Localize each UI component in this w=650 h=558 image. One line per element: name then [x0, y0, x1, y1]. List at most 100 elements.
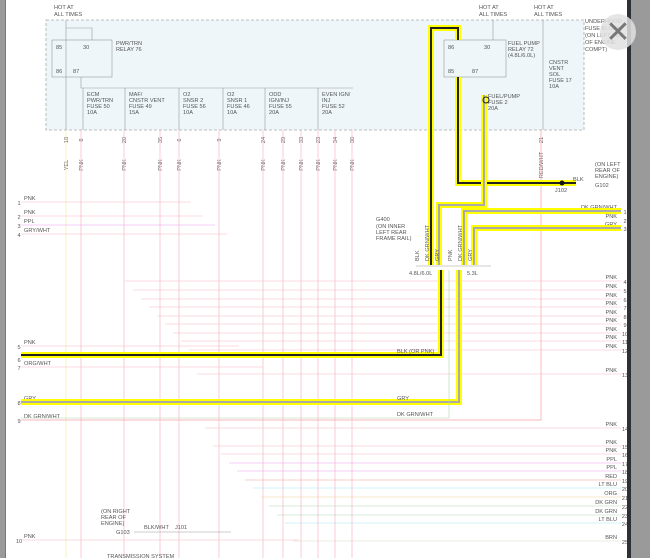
pin-number: 29: [281, 137, 287, 143]
right-row-color: ORG: [604, 491, 617, 497]
splice-label: J101: [175, 525, 187, 531]
hot-at-all-times-label: HOT AT: [54, 5, 74, 11]
right-row-color: BRN: [605, 535, 617, 541]
wire-color-label: PNK: [281, 159, 287, 171]
wire-color-label: PNK: [316, 159, 322, 171]
hot-at-all-times-label: ALL TIMES: [479, 12, 508, 18]
connector-wire-label: GRY: [435, 249, 441, 261]
wire-color-label: PNK: [158, 159, 164, 171]
pin-number: 8: [79, 138, 85, 141]
ground-id: G103: [116, 530, 130, 536]
pin-number: 18: [64, 137, 70, 143]
connector-variant: 5.3L: [467, 271, 478, 277]
fuse-label: 20A: [322, 110, 332, 116]
pin-number: 35: [158, 137, 164, 143]
right-row-color: PNK: [605, 214, 617, 220]
left-row-color: PNK: [24, 196, 36, 202]
relay-pin: 86: [56, 69, 62, 75]
left-row-color: PNK: [24, 534, 36, 540]
right-row-color: PNK: [605, 368, 617, 374]
wire-color-label: PNK: [350, 159, 356, 171]
hot-at-all-times-label: ALL TIMES: [54, 12, 83, 18]
right-row-color: PNK: [605, 335, 617, 341]
close-icon[interactable]: ✕: [600, 14, 636, 50]
connector-wire-label: BLK: [415, 250, 421, 261]
mid-wire-label: BLK (OR PNK): [397, 349, 434, 355]
right-row-color: LT BLU: [599, 517, 617, 523]
left-row-color: GRY/WHT: [24, 228, 51, 234]
left-row-number: 3: [17, 224, 20, 230]
dk-grn-wht-5-3l: [463, 210, 621, 265]
ground-wire-label: BLK/WHT: [144, 525, 169, 531]
wire-color-label: YEL: [64, 160, 70, 171]
right-row-color: RED: [605, 474, 617, 480]
left-row-number: 8: [17, 401, 20, 407]
relay-pin: 30: [83, 45, 89, 51]
ground-location: ENGINE): [595, 174, 618, 180]
ground-location: FRAME RAIL): [376, 236, 412, 242]
left-row-number: 7: [17, 366, 20, 372]
pin-number: 9: [217, 138, 223, 141]
wire-color-label: RED/WHT: [539, 151, 545, 178]
left-row-number: 1: [17, 201, 20, 207]
relay-pin: 30: [484, 45, 490, 51]
relay-pin: 85: [448, 69, 454, 75]
right-row-color: PNK: [605, 284, 617, 290]
relay-pin: 87: [472, 69, 478, 75]
left-row-color: ORG/WHT: [24, 361, 52, 367]
left-row-color: PPL: [24, 219, 35, 225]
bottom-label: TRANSMISSION SYSTEM: [107, 554, 174, 558]
hot-at-all-times-label: HOT AT: [534, 5, 554, 11]
pin-number: 30: [350, 137, 356, 143]
wire-color-label: PNK: [177, 159, 183, 171]
right-row-color: PNK: [605, 275, 617, 281]
pin-number: 6: [177, 138, 183, 141]
ground-id: G400: [376, 217, 390, 223]
dk-grn-wht-wire: [21, 270, 450, 419]
gry-5-3l-highlight: [471, 225, 621, 265]
relay-72-label: (4.8L/6.0L): [508, 53, 535, 59]
relay-76-label: RELAY 76: [116, 47, 142, 53]
wire: [21, 130, 542, 421]
hot-at-all-times-label: HOT AT: [479, 5, 499, 11]
left-row-color: DK GRN/WHT: [24, 414, 61, 420]
blk-or-pnk-circuit: [21, 270, 442, 356]
pin-number: 34: [333, 137, 339, 143]
connector-variant: 4.8L/6.0L: [409, 271, 432, 277]
wiring-diagram: HOT ATALL TIMESHOT ATALL TIMESHOT ATALL …: [16, 5, 628, 558]
wire-color-label: PNK: [299, 159, 305, 171]
right-row-color: PNK: [605, 310, 617, 316]
left-row-number: 6: [17, 358, 20, 364]
right-row-color: PNK: [605, 440, 617, 446]
right-row-color: LT BLU: [599, 482, 617, 488]
connector-wire-label: DK GRN/WHT: [425, 224, 431, 261]
wire-color-label: PNK: [217, 159, 223, 171]
wire-color-label: PNK: [333, 159, 339, 171]
left-row-number: 9: [17, 419, 20, 425]
left-row-number: 4: [17, 233, 20, 239]
right-row-color: PNK: [605, 422, 617, 428]
right-row-color: PPL: [606, 465, 617, 471]
pin-number: 24: [261, 137, 267, 143]
relay-pin: 87: [73, 69, 79, 75]
right-row-color: PNK: [605, 327, 617, 333]
gry-5-3l: [473, 227, 621, 265]
right-row-color: DK GRN: [595, 509, 617, 515]
connector-wire-label: PNK: [448, 249, 454, 261]
right-row-color: PNK: [605, 318, 617, 324]
window-frame: [627, 0, 631, 558]
relay-pin: 85: [56, 45, 62, 51]
left-row-color: PNK: [24, 210, 36, 216]
fuse-label: 10A: [183, 110, 193, 116]
left-row-number: 2: [17, 215, 20, 221]
ground-location: ENGINE): [101, 521, 124, 527]
right-row-color: PNK: [605, 344, 617, 350]
right-row-color: DK GRN: [595, 500, 617, 506]
relay-pin: 86: [448, 45, 454, 51]
connector-wire-label: GRY: [468, 249, 474, 261]
right-row-color: PNK: [605, 301, 617, 307]
left-row-color: PNK: [24, 340, 36, 346]
wire-color-label: PNK: [122, 159, 128, 171]
connector-wire-label: DK GRN/WHT: [458, 224, 464, 261]
right-row-color: PNK: [605, 293, 617, 299]
